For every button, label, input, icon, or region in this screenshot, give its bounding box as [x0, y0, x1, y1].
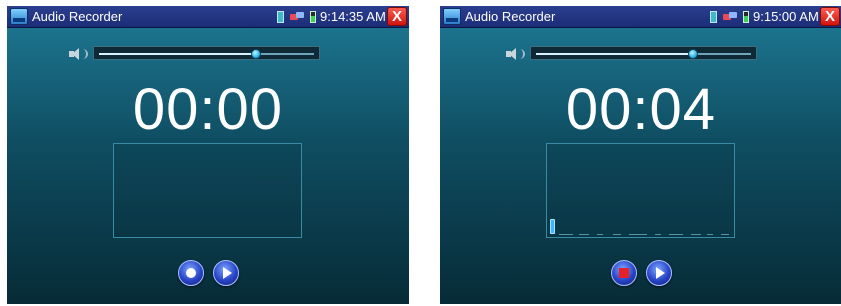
volume-control	[69, 46, 325, 62]
clock: 9:15:00 AM	[753, 9, 819, 24]
play-icon	[656, 267, 665, 279]
volume-slider[interactable]	[530, 46, 757, 60]
waveform-display	[113, 143, 302, 238]
audio-level-bar	[550, 219, 555, 234]
volume-slider-knob[interactable]	[688, 49, 698, 59]
record-button[interactable]	[178, 260, 204, 286]
close-icon: X	[391, 8, 402, 25]
play-button[interactable]	[213, 260, 239, 286]
network-icon	[723, 12, 737, 22]
close-button[interactable]: X	[387, 7, 407, 26]
waveform-display	[546, 143, 735, 238]
sd-card-icon	[277, 11, 284, 23]
recorder-screen-recording: Audio Recorder 9:15:00 AM X 00:04	[440, 6, 841, 304]
app-icon	[443, 8, 461, 25]
volume-slider-knob[interactable]	[251, 49, 261, 59]
clock: 9:14:35 AM	[320, 9, 386, 24]
title-bar: Audio Recorder 9:14:35 AM X	[7, 6, 409, 28]
title-bar: Audio Recorder 9:15:00 AM X	[440, 6, 841, 28]
speaker-icon[interactable]	[506, 48, 525, 60]
recorder-screen-idle: Audio Recorder 9:14:35 AM X 00:00	[7, 6, 409, 304]
elapsed-time: 00:04	[565, 77, 717, 142]
stop-button[interactable]	[611, 260, 637, 286]
volume-slider[interactable]	[93, 46, 320, 60]
battery-icon	[743, 11, 749, 23]
stop-icon	[619, 268, 629, 278]
battery-icon	[310, 11, 316, 23]
play-icon	[223, 267, 232, 279]
app-icon	[10, 8, 28, 25]
play-button[interactable]	[646, 260, 672, 286]
network-icon	[290, 12, 304, 22]
app-title: Audio Recorder	[32, 9, 123, 24]
volume-control	[506, 46, 762, 62]
record-icon	[186, 268, 196, 278]
close-button[interactable]: X	[820, 7, 840, 26]
close-icon: X	[824, 8, 835, 25]
sd-card-icon	[710, 11, 717, 23]
elapsed-time: 00:00	[132, 77, 284, 142]
app-title: Audio Recorder	[465, 9, 556, 24]
speaker-icon[interactable]	[69, 48, 88, 60]
